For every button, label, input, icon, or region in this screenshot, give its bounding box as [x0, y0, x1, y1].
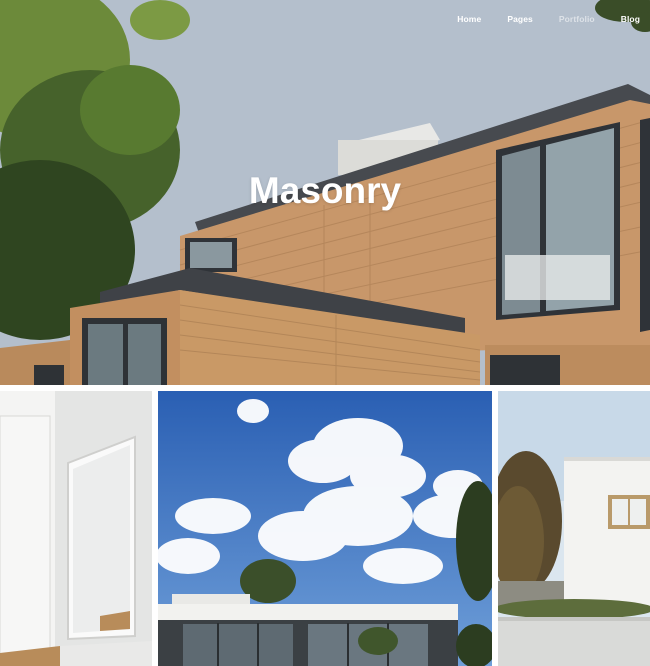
gallery-item-interior[interactable] [0, 391, 152, 666]
nav-home-link[interactable]: Home [457, 14, 481, 24]
nav-pages-link[interactable]: Pages [507, 14, 533, 24]
villa-sky-image [158, 391, 492, 666]
cube-house-image [498, 391, 650, 666]
nav-portfolio-link[interactable]: Portfolio [559, 14, 595, 24]
main-nav: Home Pages Portfolio Blog [431, 14, 640, 24]
interior-hallway-image [0, 391, 152, 666]
gallery-item-villa[interactable] [158, 391, 492, 666]
page-title: Masonry [248, 170, 402, 211]
gallery-item-cube-house[interactable] [498, 391, 650, 666]
nav-blog-link[interactable]: Blog [621, 14, 640, 24]
hero-banner: Home Pages Portfolio Blog Masonry [0, 0, 650, 385]
